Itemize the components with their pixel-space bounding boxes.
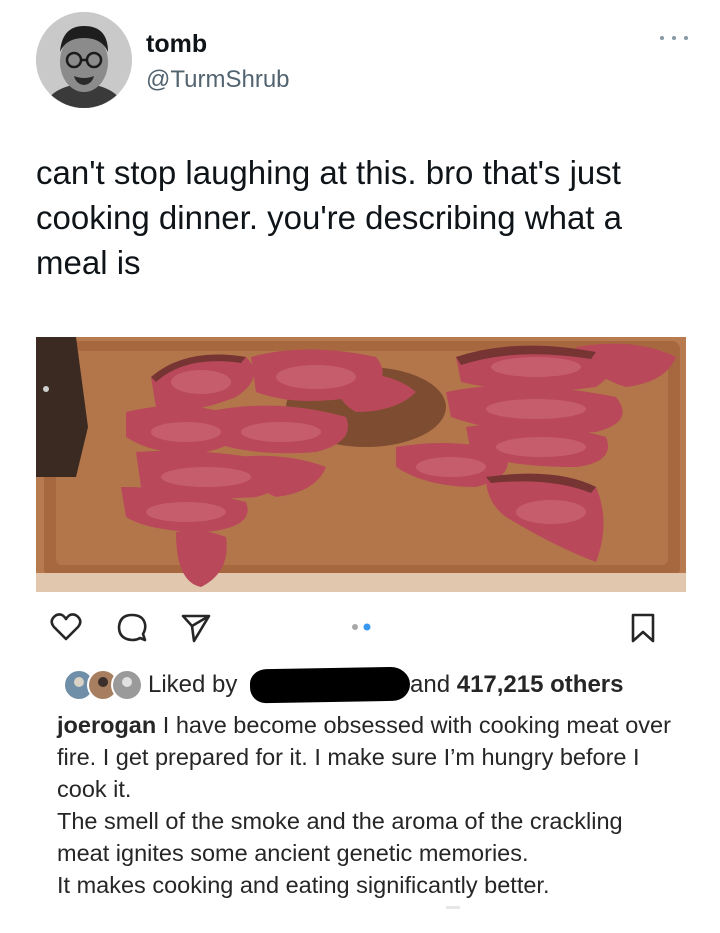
liked-and: and	[410, 671, 451, 698]
caption-line-2: The smell of the smoke and the aroma of …	[57, 808, 623, 866]
avatar[interactable]	[36, 12, 132, 108]
steak-photo	[36, 337, 686, 592]
send-icon[interactable]	[180, 612, 212, 644]
tweet-header: tomb @TurmShrub	[0, 0, 720, 120]
liked-by-avatars[interactable]	[62, 668, 144, 702]
caption-line-3: It makes cooking and eating significantl…	[57, 872, 550, 898]
caption-username[interactable]: joerogan	[57, 712, 156, 738]
divider-mark	[446, 906, 460, 909]
display-name[interactable]: tomb	[146, 30, 207, 59]
liked-by-row: Liked by and 417,215 others	[62, 664, 662, 704]
comment-icon[interactable]	[116, 612, 148, 644]
redaction-scribble	[249, 666, 411, 704]
post-caption: joerogan I have become obsessed with coo…	[57, 709, 677, 901]
avatar-photo	[36, 12, 132, 108]
caption-line-1: joerogan I have become obsessed with coo…	[57, 709, 677, 805]
more-horizontal-icon[interactable]	[654, 30, 694, 46]
tweet-text: can't stop laughing at this. bro that's …	[36, 154, 622, 281]
likes-count-value: 417,215 others	[456, 671, 624, 698]
heart-icon[interactable]	[50, 612, 82, 642]
liked-by-label: Liked by	[148, 671, 238, 698]
post-action-bar	[36, 604, 686, 650]
carousel-dots	[352, 623, 371, 631]
likes-count[interactable]: and 417,215 others	[410, 671, 624, 699]
handle[interactable]: @TurmShrub	[146, 66, 290, 94]
bookmark-icon[interactable]	[630, 612, 656, 644]
